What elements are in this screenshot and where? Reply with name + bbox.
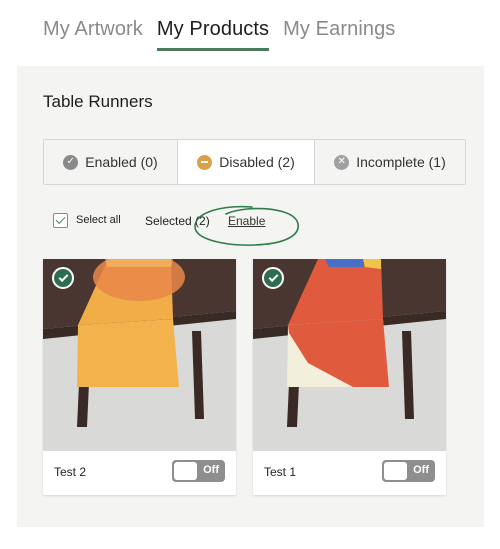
selected-check-icon[interactable] [262,267,284,289]
filter-enabled-label: Enabled (0) [85,154,158,170]
enable-toggle[interactable]: Off [172,460,225,482]
check-circle-icon: ✓ [63,154,79,170]
products-panel: Table Runners ✓ Enabled (0) Disabled (2)… [17,66,484,527]
enable-toggle[interactable]: Off [382,460,435,482]
toggle-label: Off [413,464,429,476]
tab-my-earnings[interactable]: My Earnings [283,18,395,48]
x-circle-icon: ✕ [334,154,350,170]
section-title: Table Runners [43,92,153,111]
enable-link[interactable]: Enable [228,214,265,228]
product-tabs: My Artwork My Products My Earnings [43,18,395,51]
selected-count: Selected (2) [145,214,210,228]
tab-my-products[interactable]: My Products [156,18,270,51]
product-image [43,259,236,451]
selected-check-icon[interactable] [52,267,74,289]
product-card[interactable]: Test 2 Off [43,259,236,495]
select-all-label[interactable]: Select all [76,214,121,226]
filter-disabled[interactable]: Disabled (2) [178,140,315,184]
toggle-label: Off [203,464,219,476]
checkmark-icon [55,214,66,225]
minus-circle-icon [197,154,213,170]
tab-my-artwork[interactable]: My Artwork [43,18,143,48]
status-filter: ✓ Enabled (0) Disabled (2) ✕ Incomplete … [43,139,466,185]
selection-bar: Select all Selected (2) Enable [53,212,313,232]
product-name: Test 2 [54,465,87,479]
product-image [253,259,446,451]
filter-incomplete-label: Incomplete (1) [356,154,446,170]
toggle-knob [174,462,197,480]
filter-disabled-label: Disabled (2) [219,154,295,170]
filter-enabled[interactable]: ✓ Enabled (0) [44,140,178,184]
toggle-knob [384,462,407,480]
product-card[interactable]: Test 1 Off [253,259,446,495]
select-all-checkbox[interactable] [53,213,68,228]
product-name: Test 1 [264,465,297,479]
filter-incomplete[interactable]: ✕ Incomplete (1) [315,140,465,184]
